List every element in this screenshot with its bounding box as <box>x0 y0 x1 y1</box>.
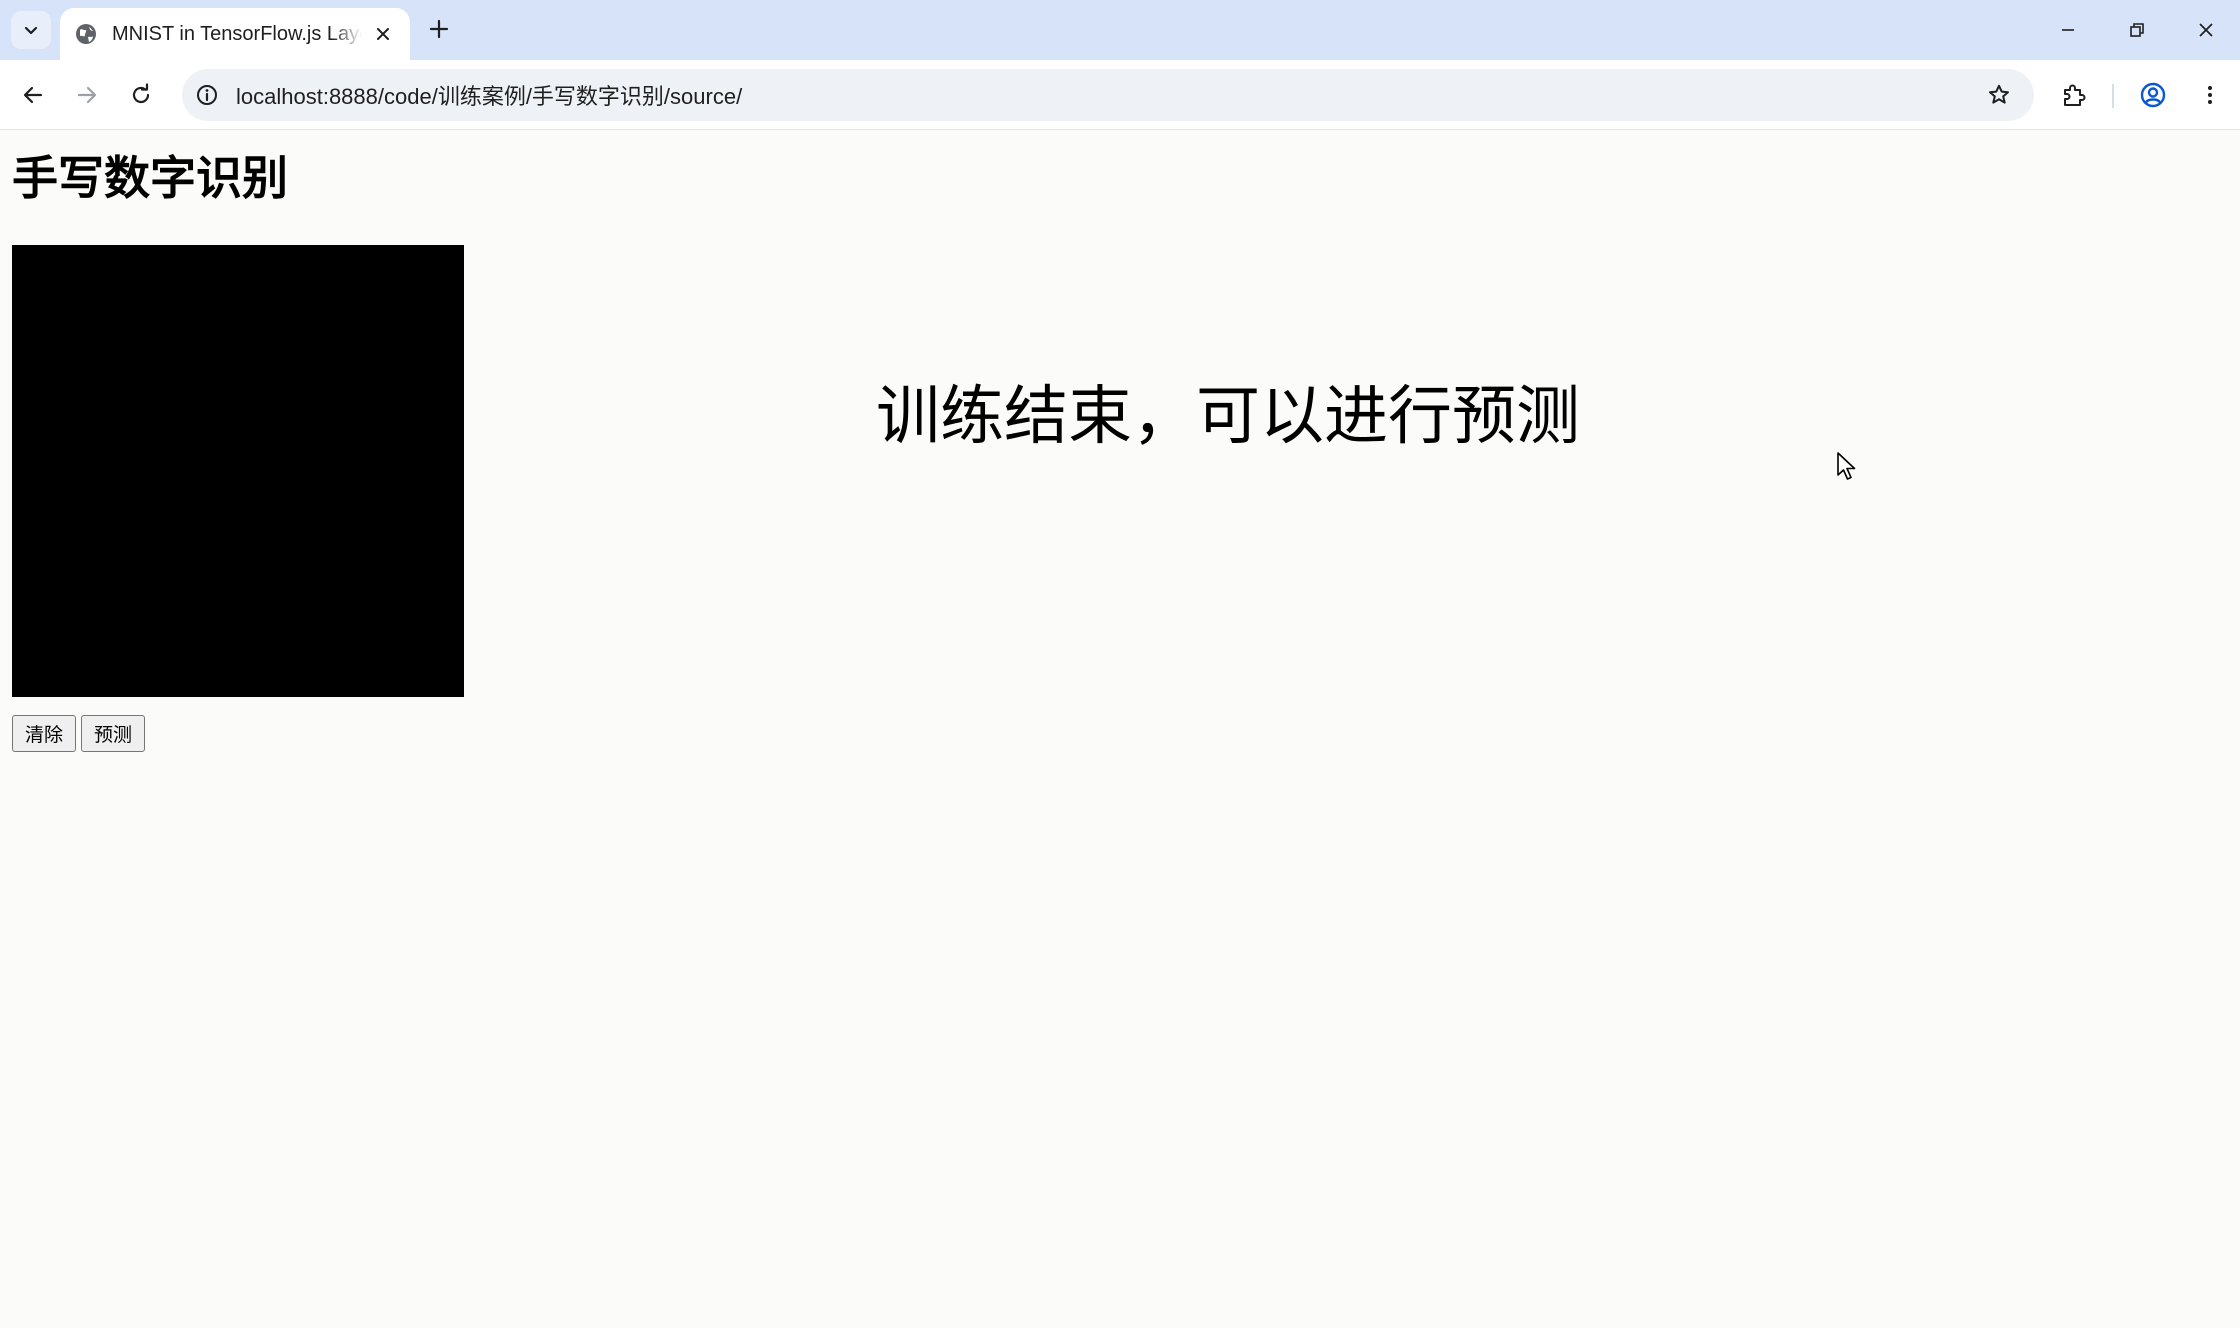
arrow-left-icon <box>23 86 43 104</box>
reload-button[interactable] <box>121 75 161 115</box>
site-info-button[interactable] <box>194 82 220 108</box>
restore-icon <box>2130 23 2144 37</box>
mouse-cursor-icon <box>1837 452 1856 480</box>
tab-title: MNIST in TensorFlow.js Layers <box>112 22 362 45</box>
clear-button[interactable]: 清除 <box>12 715 76 752</box>
puzzle-icon <box>2064 84 2086 106</box>
plus-icon <box>429 19 449 39</box>
chevron-down-icon <box>24 26 38 35</box>
forward-button[interactable] <box>67 75 107 115</box>
browser-tab[interactable]: MNIST in TensorFlow.js Layers <box>60 8 410 60</box>
new-tab-button[interactable] <box>424 14 454 44</box>
url-text[interactable]: localhost:8888/code/训练案例/手写数字识别/source/ <box>236 79 742 111</box>
menu-button[interactable] <box>2190 75 2230 115</box>
extensions-button[interactable] <box>2054 75 2094 115</box>
toolbar-separator <box>2112 84 2114 108</box>
tab-close-button[interactable] <box>370 21 396 47</box>
page-content: 手写数字识别 训练结束，可以进行预测 清除 预测 <box>0 131 2240 1328</box>
tab-search-button[interactable] <box>11 11 51 49</box>
address-bar[interactable]: localhost:8888/code/训练案例/手写数字识别/source/ <box>182 69 2034 121</box>
page-title: 手写数字识别 <box>12 151 288 205</box>
training-status: 训练结束，可以进行预测 <box>876 380 1580 454</box>
minimize-icon <box>2062 29 2074 31</box>
reload-icon <box>132 83 150 104</box>
window-close-button[interactable] <box>2186 10 2226 50</box>
bookmark-button[interactable] <box>1986 82 2012 108</box>
profile-button[interactable] <box>2133 75 2173 115</box>
star-icon <box>1989 84 2009 104</box>
info-icon <box>197 85 217 105</box>
arrow-right-icon <box>77 86 97 104</box>
predict-button[interactable]: 预测 <box>81 715 145 752</box>
minimize-button[interactable] <box>2048 10 2088 50</box>
globe-icon <box>76 24 96 44</box>
tab-strip: MNIST in TensorFlow.js Layers <box>0 0 2240 60</box>
account-icon <box>2140 82 2166 108</box>
close-icon <box>377 28 389 40</box>
more-vertical-icon <box>2208 86 2212 104</box>
browser-toolbar: localhost:8888/code/训练案例/手写数字识别/source/ <box>0 60 2240 130</box>
drawing-canvas[interactable] <box>12 245 464 697</box>
restore-button[interactable] <box>2117 10 2157 50</box>
close-icon <box>2199 23 2213 37</box>
back-button[interactable] <box>13 75 53 115</box>
